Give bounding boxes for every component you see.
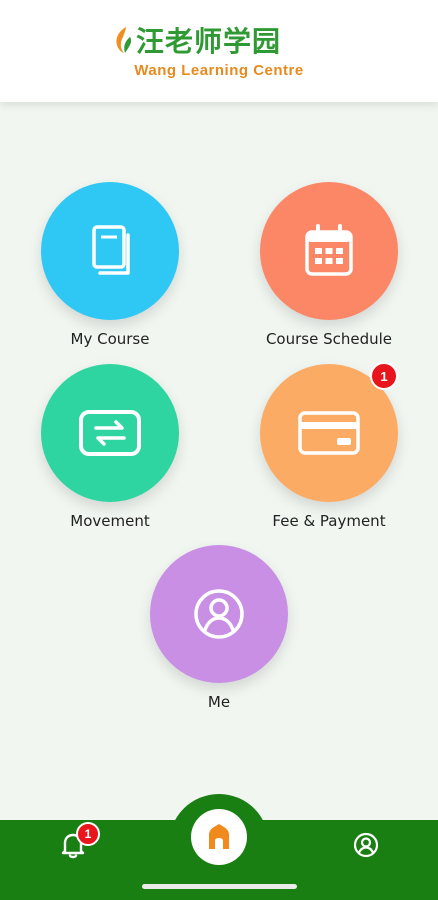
transfer-icon (79, 410, 141, 456)
home-button[interactable] (191, 809, 247, 865)
app-header: 汪老师学园 Wang Learning Centre (0, 0, 438, 102)
user-icon (194, 589, 244, 639)
home-indicator[interactable] (142, 884, 297, 889)
book-icon (92, 225, 130, 275)
fee-payment-label: Fee & Payment (272, 512, 386, 530)
logo-english-text: Wang Learning Centre (134, 62, 304, 79)
course-schedule-button[interactable] (260, 182, 398, 320)
movement-label: Movement (70, 512, 150, 530)
profile-button[interactable] (351, 830, 381, 860)
notifications-badge: 1 (76, 822, 100, 846)
course-schedule-label: Course Schedule (265, 330, 393, 348)
tile-my-course[interactable]: My Course (10, 182, 210, 348)
fee-payment-badge: 1 (370, 362, 398, 390)
tile-movement[interactable]: Movement (10, 364, 210, 530)
logo: 汪老师学园 (110, 22, 281, 62)
me-button[interactable] (150, 545, 288, 683)
user-circle-icon (353, 832, 379, 858)
home-icon (209, 824, 229, 849)
fee-payment-button[interactable]: 1 (260, 362, 398, 502)
tile-course-schedule[interactable]: Course Schedule (229, 182, 429, 348)
my-course-label: My Course (70, 330, 150, 348)
logo-chinese-text: 汪老师学园 (136, 25, 282, 58)
logo-leaf-icon (116, 27, 131, 53)
my-course-button[interactable] (41, 182, 179, 320)
tile-fee-payment[interactable]: 1 Fee & Payment (229, 362, 429, 530)
me-label: Me (207, 693, 231, 711)
movement-button[interactable] (41, 364, 179, 502)
tile-me[interactable]: Me (119, 545, 319, 711)
credit-card-icon (298, 411, 360, 455)
calendar-icon (305, 224, 353, 276)
